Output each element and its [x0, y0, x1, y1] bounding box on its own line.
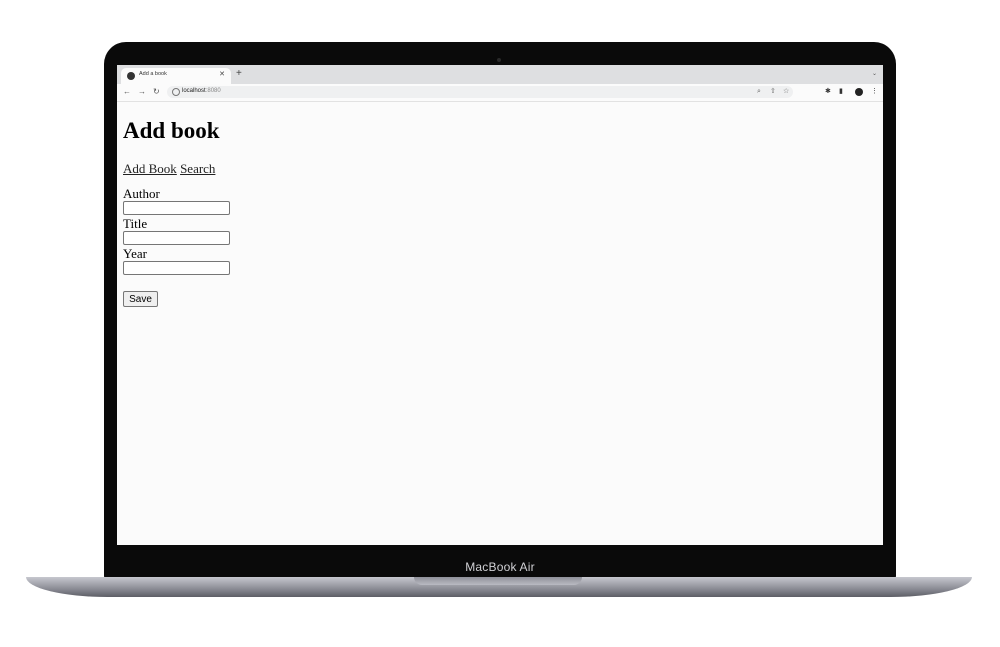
browser-tab[interactable]: Add a book ✕	[121, 68, 231, 84]
share-icon[interactable]: ⇧	[770, 87, 776, 97]
tab-title: Add a book	[139, 71, 167, 77]
year-input[interactable]	[123, 261, 230, 275]
info-icon[interactable]	[172, 88, 180, 96]
new-tab-icon[interactable]: +	[236, 69, 242, 79]
browser-toolbar: ← → ↻ localhost:8080 ⌕ ⇧ ☆ ✱ ▮ ⋮	[117, 84, 883, 102]
url-host: localhost	[182, 88, 206, 94]
title-input[interactable]	[123, 231, 230, 245]
laptop-hinge-notch	[414, 577, 582, 585]
author-label: Author	[123, 186, 160, 201]
profile-avatar-icon[interactable]	[855, 88, 863, 96]
page-content: Add book Add Book Search Author Title Ye…	[117, 102, 883, 545]
side-panel-icon[interactable]: ▮	[839, 87, 843, 97]
tab-strip: Add a book ✕ + ⌄	[117, 65, 883, 84]
device-brand-label: MacBook Air	[465, 560, 535, 574]
add-book-link[interactable]: Add Book	[123, 161, 177, 176]
url-port: :8080	[205, 88, 221, 94]
page-nav: Add Book Search	[123, 161, 215, 177]
camera-icon	[497, 58, 501, 62]
globe-icon	[127, 72, 135, 80]
close-tab-icon[interactable]: ✕	[219, 70, 225, 80]
reload-icon[interactable]: ↻	[153, 87, 160, 97]
year-label: Year	[123, 246, 147, 261]
back-icon[interactable]: ←	[123, 87, 131, 97]
extensions-icon[interactable]: ✱	[825, 87, 831, 97]
bookmark-star-icon[interactable]: ☆	[783, 87, 789, 97]
more-menu-icon[interactable]: ⋮	[871, 87, 878, 97]
url-text: localhost:8080	[182, 88, 221, 94]
search-link[interactable]: Search	[180, 161, 215, 176]
page-title: Add book	[123, 118, 220, 143]
zoom-icon[interactable]: ⌕	[757, 87, 761, 97]
author-input[interactable]	[123, 201, 230, 215]
title-label: Title	[123, 216, 148, 231]
address-bar[interactable]: localhost:8080 ⌕ ⇧ ☆	[167, 86, 793, 98]
save-button[interactable]: Save	[123, 291, 158, 307]
forward-icon[interactable]: →	[138, 87, 146, 97]
screen: Add a book ✕ + ⌄ ← → ↻ localhost:8080 ⌕ …	[117, 65, 883, 545]
chevron-down-icon[interactable]: ⌄	[872, 70, 877, 77]
